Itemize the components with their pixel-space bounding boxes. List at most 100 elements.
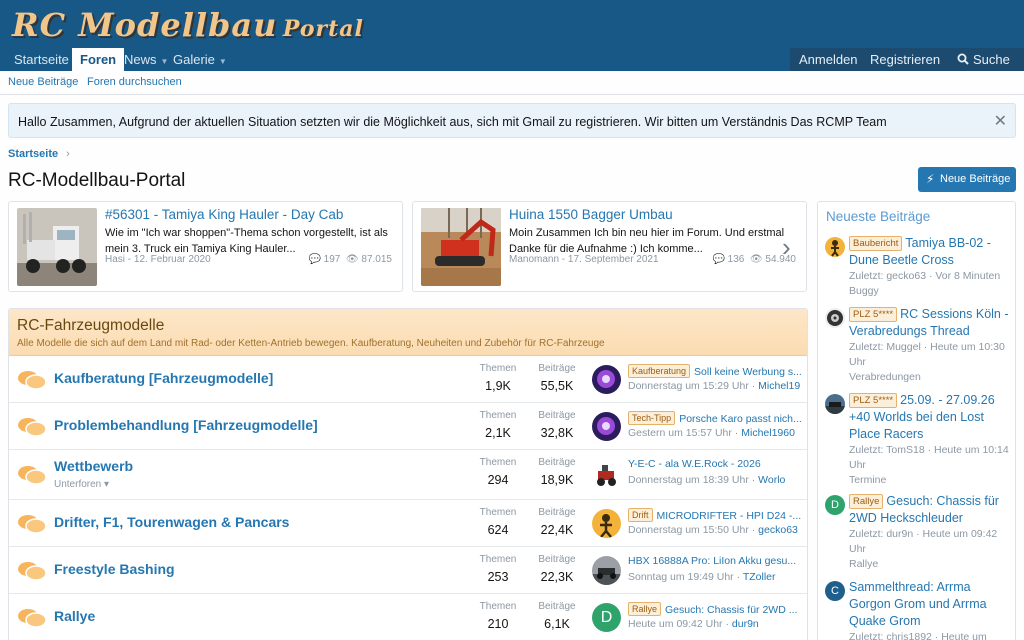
forum-category: RC-Fahrzeugmodelle Alle Modelle die sich… [8,308,808,640]
login-button[interactable]: Anmelden [790,48,867,71]
notice-text: Hallo Zusammen, Aufgrund der aktuellen S… [18,115,887,129]
avatar[interactable]: C [825,581,845,601]
latest-posts-sidebar: Neueste Beiträge Baubericht Tamiya BB-02 … [817,201,1016,640]
subnav-new-posts[interactable]: Neue Beiträge [8,76,78,88]
thread-count: 2,1K [485,426,511,440]
post-count: 18,9K [540,473,574,487]
thread-count: 253 [487,570,509,584]
avatar[interactable]: D [592,603,621,632]
search-button[interactable]: Suche [948,48,1024,71]
post-count: 32,8K [540,426,574,440]
replies-icon: 💬 [712,254,725,265]
forum-row: Drifter, F1, Tourenwagen & Pancars Theme… [9,500,807,547]
forum-title[interactable]: Wettbewerb [54,458,133,474]
forum-title[interactable]: Rallye [54,608,95,624]
featured-author[interactable]: Manomann [509,254,559,265]
sidebar-post-forum[interactable]: Buggy [849,284,1013,299]
last-post-meta: Donnerstag um 15:50 Uhr · gecko63 [628,524,798,536]
post-count: 22,4K [540,523,574,537]
sidebar-post-forum[interactable]: Termine [849,473,1013,488]
sidebar-post-title[interactable]: Baubericht Tamiya BB-02 - Dune Beetle Cro… [849,235,1013,269]
sidebar-post-title[interactable]: Rallye Gesuch: Chassis für 2WD Heckschleu… [849,493,1013,527]
avatar[interactable] [592,556,621,585]
post-count: 55,5K [540,379,574,393]
last-post-title[interactable]: Drift MICRODRIFTER - HPI D24 -... [628,508,802,522]
subforums-toggle[interactable]: Unterforen ▾ [54,479,109,490]
last-post-title[interactable]: Kaufberatung Soll keine Werbung s... [628,364,802,378]
sidebar-post-forum[interactable]: Verabredungen [849,370,1013,385]
subnav-search-forums[interactable]: Foren durchsuchen [87,76,182,88]
avatar[interactable] [825,308,845,328]
avatar[interactable] [825,237,845,257]
featured-card[interactable]: #56301 - Tamiya King Hauler - Day Cab Wi… [8,201,403,292]
last-post-meta: Gestern um 15:57 Uhr · Michel1960 [628,427,795,439]
site-logo[interactable]: RC Modellbau Portal [12,6,364,44]
close-icon[interactable]: ✕ [994,111,1007,131]
chevron-down-icon[interactable]: ▼ [219,57,227,66]
featured-title[interactable]: Huina 1550 Bagger Umbau [509,207,673,222]
forum-row: Freestyle Bashing Themen 253 Beiträge 22… [9,547,807,594]
last-post-meta: Donnerstag um 18:39 Uhr · Worlo [628,474,786,486]
last-post-title[interactable]: Tech-Tipp Porsche Karo passt nich... [628,411,802,425]
last-post-title[interactable]: HBX 16888A Pro: LiIon Akku gesu... [628,555,802,567]
forum-chat-icon[interactable] [17,607,47,629]
thread-thumbnail[interactable] [421,208,501,286]
notice-banner: Hallo Zusammen, Aufgrund der aktuellen S… [8,103,1016,138]
avatar[interactable] [592,459,621,488]
last-post-user[interactable]: gecko63 [758,524,798,536]
last-post-user[interactable]: Michel19 [758,380,800,392]
nav-startseite[interactable]: Startseite [6,48,77,71]
forum-title[interactable]: Freestyle Bashing [54,561,175,577]
forum-title[interactable]: Drifter, F1, Tourenwagen & Pancars [54,514,289,530]
avatar[interactable]: D [825,495,845,515]
thread-count: 294 [487,473,509,487]
chevron-right-icon: › [66,148,70,160]
featured-meta: Manomann - 17. September 2021 [509,254,659,265]
sidebar-post-title[interactable]: Sammelthread: Arrma Gorgon Grom und Arrm… [849,579,1013,630]
avatar[interactable] [592,412,621,441]
featured-title[interactable]: #56301 - Tamiya King Hauler - Day Cab [105,207,343,222]
breadcrumb[interactable]: Startseite › [8,148,70,160]
new-posts-button[interactable]: ⚡ Neue Beiträge [918,167,1016,192]
avatar[interactable] [592,365,621,394]
post-count: 22,3K [540,570,574,584]
forum-row: Wettbewerb Unterforen ▾ Themen 294 Beitr… [9,450,807,500]
featured-card[interactable]: Huina 1550 Bagger Umbau Moin Zusammen Ic… [412,201,807,292]
forum-row: Problembehandlung [Fahrzeugmodelle] Them… [9,403,807,450]
forum-chat-icon[interactable] [17,513,47,535]
last-post-user[interactable]: Worlo [758,474,785,486]
last-post-meta: Donnerstag um 15:29 Uhr · Michel19 [628,380,801,392]
last-post-title[interactable]: Rallye Gesuch: Chassis für 2WD ... [628,602,802,616]
forum-chat-icon[interactable] [17,560,47,582]
category-description: Alle Modelle die sich auf dem Land mit R… [17,338,605,349]
last-post-user[interactable]: dur9n [732,618,759,630]
forum-title[interactable]: Problembehandlung [Fahrzeugmodelle] [54,417,318,433]
sidebar-post-title[interactable]: PLZ 5**** RC Sessions Köln - Verabredungs… [849,306,1013,340]
sidebar-post-title[interactable]: PLZ 5**** 25.09. - 27.09.26 +40 Worlds be… [849,392,1013,443]
avatar[interactable] [825,394,845,414]
forum-title[interactable]: Kaufberatung [Fahrzeugmodelle] [54,370,273,386]
sidebar-title[interactable]: Neueste Beiträge [826,209,930,224]
last-post-user[interactable]: Michel1960 [741,427,795,439]
carousel-next-icon[interactable]: › [782,232,791,263]
register-button[interactable]: Registrieren [861,48,950,71]
category-header: RC-Fahrzeugmodelle Alle Modelle die sich… [9,309,807,356]
nav-galerie[interactable]: Galerie ▼ [165,48,235,71]
sidebar-post-meta: Zuletzt: TomS18 · Heute um 10:14 Uhr [849,444,1009,471]
avatar[interactable] [592,509,621,538]
thread-thumbnail[interactable] [17,208,97,286]
featured-excerpt: Wie im "Ich war shoppen"-Thema schon vor… [105,227,388,255]
forum-chat-icon[interactable] [17,369,47,391]
forum-chat-icon[interactable] [17,416,47,438]
forum-row: Kaufberatung [Fahrzeugmodelle] Themen 1,… [9,356,807,403]
sidebar-post-forum[interactable]: Rallye [849,557,1013,572]
category-title[interactable]: RC-Fahrzeugmodelle [17,317,164,335]
post-count: 6,1K [544,617,570,631]
replies-icon: 💬 [308,254,321,265]
featured-author[interactable]: Hasi [105,254,125,265]
last-post-user[interactable]: TZoller [743,571,776,583]
forum-row: Rallye Themen 210 Beiträge 6,1K D Rallye… [9,594,807,640]
bolt-icon: ⚡ [926,172,935,186]
forum-chat-icon[interactable] [17,464,47,486]
last-post-title[interactable]: Y-E-C - ala W.E.Rock - 2026 [628,458,802,470]
